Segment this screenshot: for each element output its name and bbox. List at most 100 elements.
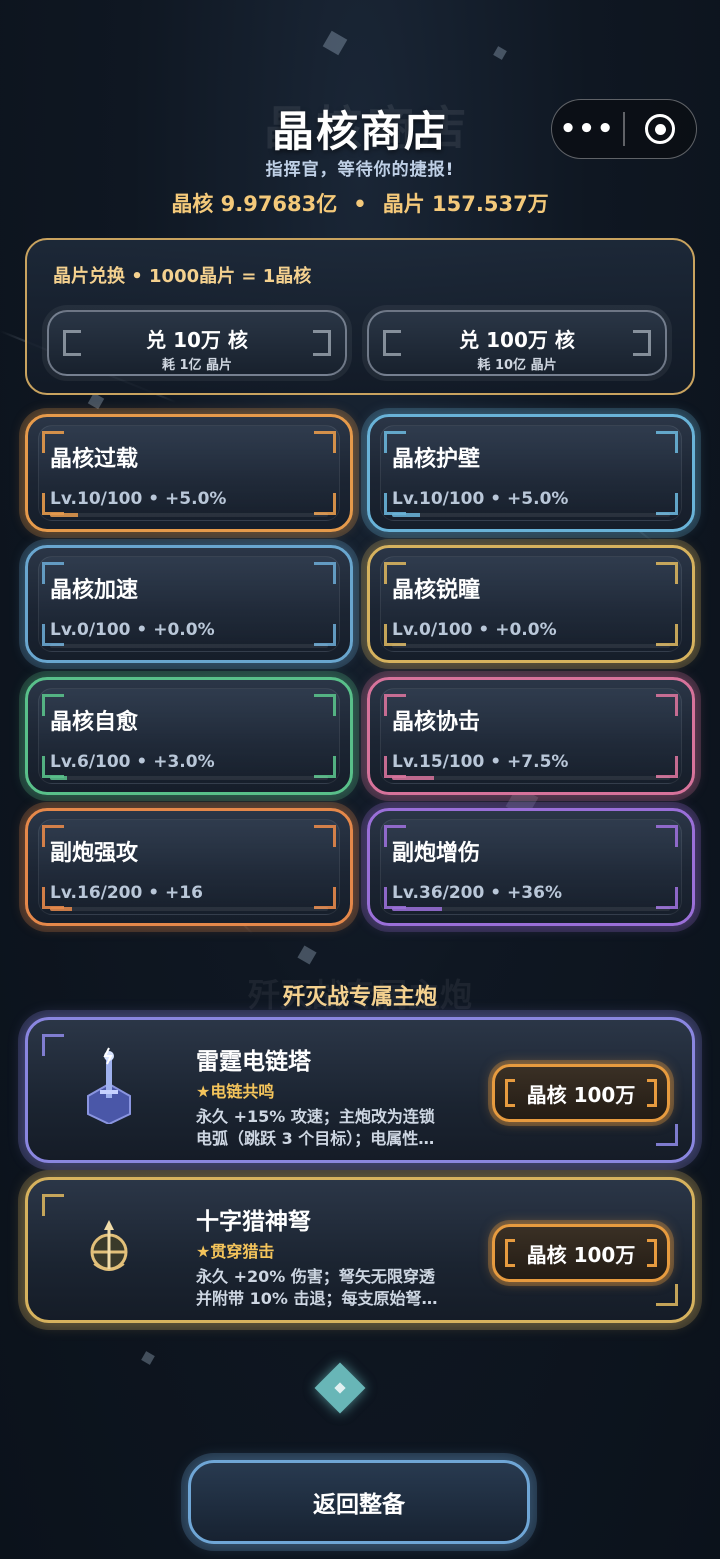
weapon-name: 十字猎神弩 <box>196 1209 311 1235</box>
upgrade-progress-bar <box>392 644 670 648</box>
weapon-desc-line: 并附带 10% 击退；每支原始弩… <box>196 1289 438 1308</box>
exchange-button-cost: 耗 1亿 晶片 <box>161 358 233 373</box>
upgrade-card[interactable]: 晶核护壁 Lv.10/100 • +5.0% <box>367 414 695 532</box>
diamond-crystal-icon <box>314 1362 366 1414</box>
price-label: 晶核 100万 <box>526 1242 636 1267</box>
bracket-left <box>505 1079 515 1107</box>
page-subtitle: 指挥官，等待你的捷报! <box>265 160 455 180</box>
section-title: 歼灭战专属主炮 <box>282 985 437 1010</box>
upgrade-progress-fill <box>392 776 434 780</box>
upgrade-card[interactable]: 晶核自愈 Lv.6/100 • +3.0% <box>25 677 353 795</box>
weapon-desc-line: 永久 +20% 伤害；弩矢无限穿透 <box>196 1267 435 1286</box>
upgrade-progress-bar <box>50 776 328 780</box>
bracket-left <box>383 330 401 356</box>
corner-bracket <box>656 431 678 453</box>
upgrade-level: Lv.36/200 • +36% <box>392 883 562 903</box>
upgrade-card[interactable]: 副炮强攻 Lv.16/200 • +16 <box>25 808 353 926</box>
exchange-button-cost: 耗 10亿 晶片 <box>477 358 557 373</box>
corner-bracket <box>314 562 336 584</box>
corner-bracket <box>314 825 336 847</box>
corner-bracket <box>656 493 678 515</box>
weapon-desc-line: 永久 +15% 攻速；主炮改为连锁 <box>196 1107 435 1126</box>
upgrade-card[interactable]: 晶核协击 Lv.15/100 • +7.5% <box>367 677 695 795</box>
corner-bracket <box>42 1034 64 1056</box>
upgrade-level: Lv.10/100 • +5.0% <box>392 489 569 509</box>
corner-bracket <box>314 493 336 515</box>
crossbow-icon <box>90 1220 128 1271</box>
back-to-prep-button[interactable]: 返回整备 <box>188 1460 530 1544</box>
upgrade-name: 副炮强攻 <box>50 841 139 866</box>
bracket-left <box>505 1239 515 1267</box>
price-label: 晶核 100万 <box>526 1082 636 1107</box>
upgrade-card[interactable]: 副炮增伤 Lv.36/200 • +36% <box>367 808 695 926</box>
upgrade-progress-bar <box>50 513 328 517</box>
exchange-label: 晶片兑换 • 1000晶片 = 1晶核 <box>53 266 312 287</box>
weapon-description: 永久 +20% 伤害；弩矢无限穿透 并附带 10% 击退；每支原始弩… <box>196 1266 496 1310</box>
corner-bracket <box>656 1284 678 1306</box>
upgrade-progress-bar <box>392 776 670 780</box>
shard-balance: 晶片 157.537万 <box>382 192 549 216</box>
bracket-right <box>647 1239 657 1267</box>
upgrade-card[interactable]: 晶核过载 Lv.10/100 • +5.0% <box>25 414 353 532</box>
exchange-button-label: 兑 10万 核 <box>146 328 248 352</box>
bracket-right <box>633 330 651 356</box>
weapon-name: 雷霆电链塔 <box>196 1049 311 1075</box>
core-balance: 晶核 9.97683亿 <box>171 192 338 216</box>
tesla-tower-icon <box>87 1047 131 1124</box>
upgrade-level: Lv.15/100 • +7.5% <box>392 752 569 772</box>
upgrade-level: Lv.0/100 • +0.0% <box>50 620 215 640</box>
upgrade-progress-bar <box>50 907 328 911</box>
upgrade-card[interactable]: 晶核锐瞳 Lv.0/100 • +0.0% <box>367 545 695 663</box>
weapon-description: 永久 +15% 攻速；主炮改为连锁 电弧（跳跃 3 个目标）；电属性… <box>196 1106 496 1150</box>
upgrade-name: 晶核过载 <box>50 447 139 472</box>
corner-bracket <box>314 756 336 778</box>
upgrade-progress-bar <box>392 907 670 911</box>
buy-crossbow-button[interactable]: 晶核 100万 <box>492 1224 670 1282</box>
bracket-left <box>63 330 81 356</box>
corner-bracket <box>314 694 336 716</box>
bracket-right <box>647 1079 657 1107</box>
corner-bracket <box>656 825 678 847</box>
upgrade-name: 晶核加速 <box>50 578 139 603</box>
buy-tesla-button[interactable]: 晶核 100万 <box>492 1064 670 1122</box>
exchange-button-label: 兑 100万 核 <box>459 328 575 352</box>
weapon-card-tesla[interactable]: 雷霆电链塔 ★电链共鸣 永久 +15% 攻速；主炮改为连锁 电弧（跳跃 3 个目… <box>25 1017 695 1163</box>
corner-bracket <box>656 624 678 646</box>
upgrade-progress-bar <box>50 644 328 648</box>
corner-bracket <box>314 624 336 646</box>
upgrade-progress-bar <box>392 513 670 517</box>
upgrade-progress-fill <box>50 907 73 911</box>
page-title: 晶核商店 <box>271 107 448 156</box>
upgrade-progress-fill <box>50 513 78 517</box>
back-button-label: 返回整备 <box>313 1492 405 1518</box>
weapon-tag: ★贯穿猎击 <box>196 1242 275 1261</box>
upgrade-name: 晶核锐瞳 <box>392 578 481 603</box>
upgrade-level: Lv.10/100 • +5.0% <box>50 489 227 509</box>
corner-bracket <box>656 1124 678 1146</box>
corner-bracket <box>42 1194 64 1216</box>
corner-bracket <box>656 694 678 716</box>
exchange-10w-button[interactable]: 兑 10万 核 耗 1亿 晶片 <box>47 310 347 376</box>
weapon-tag: ★电链共鸣 <box>196 1082 275 1101</box>
weapon-desc-line: 电弧（跳跃 3 个目标）；电属性… <box>196 1129 435 1148</box>
upgrade-progress-fill <box>392 513 420 517</box>
upgrade-progress-fill <box>392 907 443 911</box>
upgrade-name: 晶核护壁 <box>392 447 481 472</box>
corner-bracket <box>656 756 678 778</box>
corner-bracket <box>656 562 678 584</box>
currency-balance: 晶核 9.97683亿 • 晶片 157.537万 <box>0 188 720 218</box>
balance-separator: • <box>353 192 367 216</box>
upgrade-name: 副炮增伤 <box>392 841 481 866</box>
bracket-right <box>313 330 331 356</box>
upgrade-name: 晶核自愈 <box>50 710 139 735</box>
shard-exchange-panel: 晶片兑换 • 1000晶片 = 1晶核 兑 10万 核 耗 1亿 晶片 兑 10… <box>25 238 695 395</box>
corner-bracket <box>314 431 336 453</box>
weapon-card-crossbow[interactable]: 十字猎神弩 ★贯穿猎击 永久 +20% 伤害；弩矢无限穿透 并附带 10% 击退… <box>25 1177 695 1323</box>
upgrade-level: Lv.16/200 • +16 <box>50 883 203 903</box>
upgrade-progress-fill <box>50 776 67 780</box>
upgrade-level: Lv.0/100 • +0.0% <box>392 620 557 640</box>
upgrade-card[interactable]: 晶核加速 Lv.0/100 • +0.0% <box>25 545 353 663</box>
exchange-100w-button[interactable]: 兑 100万 核 耗 10亿 晶片 <box>367 310 667 376</box>
corner-bracket <box>314 887 336 909</box>
upgrade-name: 晶核协击 <box>392 710 481 735</box>
